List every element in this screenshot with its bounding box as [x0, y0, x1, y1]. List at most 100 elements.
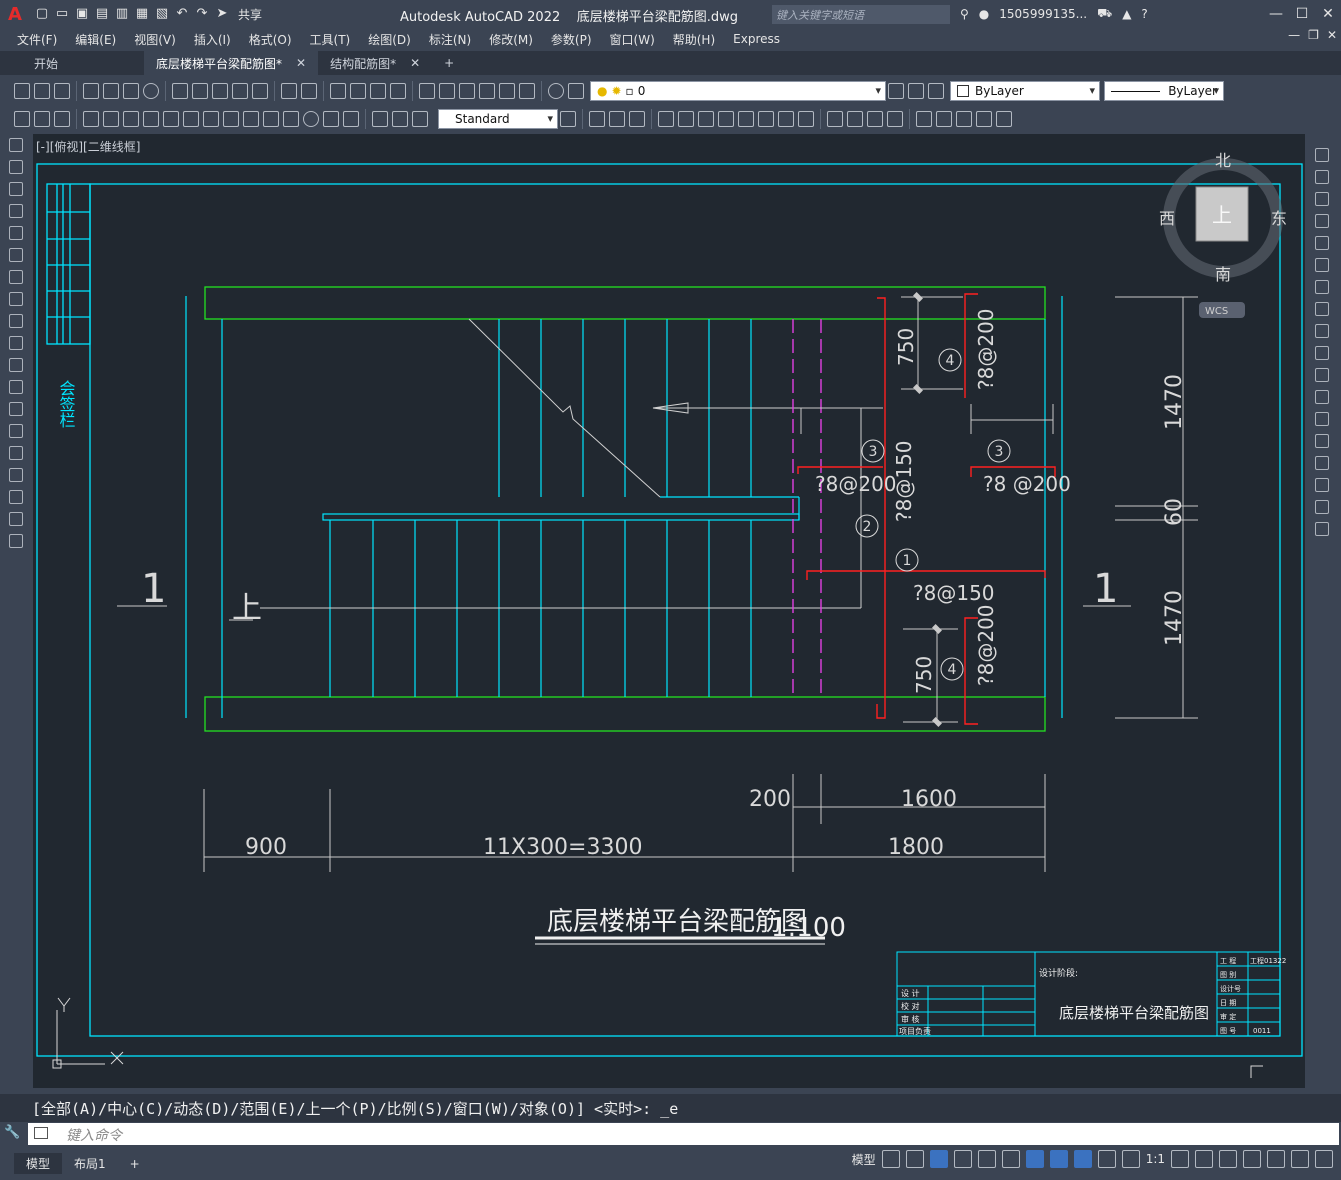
chamfer-icon[interactable]: [827, 111, 843, 127]
block-edit-icon[interactable]: [252, 83, 268, 99]
match-prop-icon[interactable]: [232, 83, 248, 99]
zoom-previous-icon[interactable]: [390, 83, 406, 99]
cut-tool-icon[interactable]: [172, 83, 188, 99]
quick-properties-icon[interactable]: [1243, 1150, 1261, 1168]
dim-continue-icon[interactable]: [223, 111, 239, 127]
mirror-icon[interactable]: [609, 111, 625, 127]
plot-icon[interactable]: ▧: [154, 6, 170, 22]
new-tab-button[interactable]: +: [432, 51, 466, 75]
preview-tool-icon[interactable]: [103, 83, 119, 99]
offset-icon[interactable]: [1315, 214, 1329, 228]
menu-item-8[interactable]: 修改(M): [489, 31, 545, 48]
mirror-icon[interactable]: [1315, 192, 1329, 206]
fillet-icon[interactable]: [847, 111, 863, 127]
clean-screen-icon[interactable]: [1291, 1150, 1309, 1168]
tolerance-icon[interactable]: [283, 111, 299, 127]
arc-icon[interactable]: [9, 248, 23, 262]
stretch-icon[interactable]: [1315, 324, 1329, 338]
help-icon[interactable]: ?: [1141, 7, 1147, 21]
xref-icon[interactable]: [976, 111, 992, 127]
close-icon[interactable]: ✕: [1315, 0, 1341, 28]
make-block-icon[interactable]: [9, 402, 23, 416]
trim-icon[interactable]: [738, 111, 754, 127]
hatch-icon[interactable]: [9, 446, 23, 460]
doc-minimize-icon[interactable]: —: [1288, 28, 1300, 42]
dim-text-edit-icon[interactable]: [392, 111, 408, 127]
properties-icon[interactable]: [419, 83, 435, 99]
menu-item-2[interactable]: 视图(V): [134, 31, 188, 48]
jogged-linear-icon[interactable]: [343, 111, 359, 127]
ellipse-arc-icon[interactable]: [9, 358, 23, 372]
dim-jogged-icon[interactable]: [123, 111, 139, 127]
tab-close-icon[interactable]: ✕: [410, 56, 420, 70]
array-icon[interactable]: [887, 111, 903, 127]
layout-tab-0[interactable]: 模型: [14, 1153, 63, 1174]
add-selected-icon[interactable]: [9, 534, 23, 548]
block-insert-icon[interactable]: [916, 111, 932, 127]
plot-tool-icon[interactable]: [83, 83, 99, 99]
doc-restore-icon[interactable]: ❐: [1308, 28, 1319, 42]
table-icon[interactable]: [9, 490, 23, 504]
center-mark-icon[interactable]: [303, 111, 319, 127]
menu-item-7[interactable]: 标注(N): [429, 31, 483, 48]
tab-1[interactable]: 底层楼梯平台梁配筋图* ✕: [144, 51, 319, 75]
layer-dropdown[interactable]: ● ✹ ▫ 0: [590, 81, 886, 101]
share-button[interactable]: 共享: [238, 6, 262, 23]
menu-item-1[interactable]: 编辑(E): [75, 31, 128, 48]
menu-item-9[interactable]: 参数(P): [551, 31, 604, 48]
move-icon[interactable]: [658, 111, 674, 127]
menu-item-12[interactable]: Express: [733, 32, 792, 46]
open-tool-icon[interactable]: [34, 83, 50, 99]
drawing-canvas[interactable]: 会签栏 1 1 上 750 750 1470 60 1470 200 1600 …: [33, 134, 1305, 1088]
cart-icon[interactable]: ⛟: [1097, 6, 1112, 22]
construction-line-icon[interactable]: [9, 182, 23, 196]
color-dropdown[interactable]: ByLayer: [950, 81, 1100, 101]
rotate-icon[interactable]: [678, 111, 694, 127]
dim-aligned-icon[interactable]: [34, 111, 50, 127]
menu-item-0[interactable]: 文件(F): [17, 31, 69, 48]
polar-icon[interactable]: [953, 1150, 972, 1168]
search-icon[interactable]: ⚲: [960, 7, 969, 21]
command-input[interactable]: 键入命令: [28, 1123, 1339, 1145]
dim-diameter-icon[interactable]: [143, 111, 159, 127]
rectangle-icon[interactable]: [9, 226, 23, 240]
menu-item-4[interactable]: 格式(O): [249, 31, 304, 48]
scale-icon[interactable]: [698, 111, 714, 127]
menu-item-10[interactable]: 窗口(W): [610, 31, 667, 48]
save-as-icon[interactable]: ▤: [94, 6, 110, 22]
annotation-visibility-icon[interactable]: [1073, 1150, 1092, 1168]
tab-2[interactable]: 结构配筋图* ✕: [318, 51, 432, 75]
new-layout-button[interactable]: +: [118, 1155, 152, 1173]
design-center-icon[interactable]: [439, 83, 455, 99]
text-icon[interactable]: [9, 512, 23, 526]
layer-current-icon[interactable]: [888, 83, 904, 99]
spline-icon[interactable]: [9, 314, 23, 328]
block-create-icon[interactable]: [936, 111, 952, 127]
workspace-gear-icon[interactable]: [1171, 1150, 1189, 1168]
units-icon[interactable]: [1219, 1150, 1237, 1168]
ellipse-icon[interactable]: [9, 336, 23, 350]
open-web-icon[interactable]: ▥: [114, 6, 130, 22]
autocad-logo-icon[interactable]: A: [0, 0, 30, 28]
chamfer-icon[interactable]: [1315, 456, 1329, 470]
image-icon[interactable]: [996, 111, 1012, 127]
calculator-icon[interactable]: [519, 83, 535, 99]
zoom-realtime-icon[interactable]: [350, 83, 366, 99]
dim-edit-icon[interactable]: [372, 111, 388, 127]
blend-icon[interactable]: [1315, 500, 1329, 514]
grid-icon[interactable]: [881, 1150, 900, 1168]
maximize-icon[interactable]: ☐: [1289, 0, 1315, 28]
snap-icon[interactable]: [905, 1150, 924, 1168]
inspect-icon[interactable]: [323, 111, 339, 127]
extend-icon[interactable]: [1315, 368, 1329, 382]
polyline-icon[interactable]: [9, 160, 23, 174]
explode-icon[interactable]: [867, 111, 883, 127]
dim-baseline-icon[interactable]: [203, 111, 219, 127]
layout-tab-1[interactable]: 布局1: [62, 1153, 118, 1174]
viewcube-east[interactable]: 东: [1271, 209, 1287, 228]
customize-menu-icon[interactable]: [1315, 1150, 1333, 1168]
ortho-icon[interactable]: [929, 1150, 948, 1168]
autodesk-icon[interactable]: ▲: [1122, 7, 1131, 21]
viewcube-south[interactable]: 南: [1215, 265, 1231, 284]
copy-modify-icon[interactable]: [589, 111, 605, 127]
